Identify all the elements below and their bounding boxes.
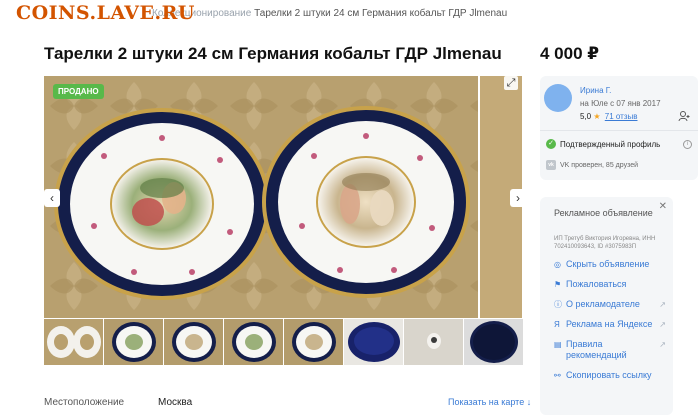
seller-rating: 5,0 ★ 71 отзыв	[580, 112, 638, 121]
expand-icon[interactable]: ⤢	[504, 76, 518, 90]
user-follow-icon[interactable]	[678, 110, 690, 122]
listing-price: 4 000 ₽	[540, 44, 600, 63]
next-photo-button[interactable]: ›	[510, 189, 522, 207]
watermark-logo: COINS.LAVE.RU	[16, 2, 196, 24]
chevron-right-icon: ›	[516, 191, 520, 205]
ad-link-label: Реклама на Яндексе	[566, 319, 653, 329]
thumbnail[interactable]	[164, 319, 223, 365]
star-icon: ★	[593, 112, 601, 121]
thumbnail-image	[464, 319, 523, 365]
breadcrumb-current: Тарелки 2 штуки 24 см Германия кобальт Г…	[254, 8, 508, 19]
yandex-icon: Я	[554, 320, 560, 329]
thumbnail[interactable]	[104, 319, 163, 365]
external-arrow-icon: ↗	[659, 320, 666, 329]
external-arrow-icon: ↗	[659, 340, 666, 349]
ad-link-flag[interactable]: ⚑ Пожаловаться	[554, 279, 672, 290]
flag-icon: ⚑	[554, 280, 562, 289]
thumbnail-strip	[44, 319, 523, 365]
sold-badge: ПРОДАНО	[53, 84, 104, 99]
ad-link-info[interactable]: ⓘ О рекламодателе ↗	[554, 299, 672, 310]
vk-label: VK проверен, 85 друзей	[560, 161, 638, 169]
thumbnail-image	[344, 319, 403, 365]
external-arrow-icon: ↗	[659, 300, 666, 309]
listing-title: Тарелки 2 штуки 24 см Германия кобальт Г…	[44, 44, 502, 63]
info-icon[interactable]: i	[683, 140, 692, 149]
photo-gallery[interactable]: ПРОДАНО ⤢ ‹ ›	[44, 76, 522, 318]
thumbnail[interactable]	[404, 319, 463, 365]
vk-verified: vk VK проверен, 85 друзей	[546, 160, 638, 170]
verified-profile: ✓ Подтвержденный профиль	[546, 139, 660, 149]
ad-title: Рекламное объявление	[554, 208, 653, 218]
reviews-link[interactable]: 71 отзыв	[605, 112, 638, 121]
thumbnail[interactable]	[344, 319, 403, 365]
ad-link-label: Скопировать ссылку	[566, 370, 652, 380]
thumbnail[interactable]	[284, 319, 343, 365]
ad-link-label: Скрыть объявление	[566, 259, 650, 269]
thumbnail-image	[224, 319, 283, 365]
thumbnail-image	[164, 319, 223, 365]
vk-icon: vk	[546, 160, 556, 170]
seller-since: на Юле с 07 янв 2017	[580, 99, 661, 108]
ad-link-label: Правила рекомендаций	[566, 339, 627, 360]
ad-advertiser: ИП Третуб Виктория Игоревна, ИНН 7024100…	[554, 236, 656, 250]
thumbnail-image	[284, 319, 343, 365]
ad-link-book[interactable]: ▤ Правила рекомендаций ↗	[554, 339, 672, 361]
thumbnail-image	[404, 319, 463, 365]
main-photo	[44, 76, 478, 318]
close-icon[interactable]: ✕	[659, 201, 667, 212]
breadcrumb: Коллекционирование Тарелки 2 штуки 24 см…	[152, 8, 507, 19]
thumbnail[interactable]	[464, 319, 523, 365]
thumbnail-image	[104, 319, 163, 365]
chevron-left-icon: ‹	[50, 191, 54, 205]
verified-label: Подтвержденный профиль	[560, 139, 661, 149]
ad-link-yandex[interactable]: Я Реклама на Яндексе ↗	[554, 319, 672, 330]
rating-value: 5,0	[580, 112, 592, 121]
seller-name[interactable]: Ирина Г.	[580, 86, 611, 95]
book-icon: ▤	[554, 340, 562, 349]
thumbnail-image	[44, 319, 103, 365]
avatar[interactable]	[544, 84, 572, 112]
thumbnail[interactable]	[44, 319, 103, 365]
divider	[540, 130, 698, 131]
ad-link-link[interactable]: ⚯ Скопировать ссылку	[554, 370, 672, 381]
info-icon: ⓘ	[554, 300, 562, 309]
link-icon: ⚯	[554, 371, 561, 380]
thumbnail[interactable]	[224, 319, 283, 365]
ad-link-label: О рекламодателе	[566, 299, 640, 309]
eye-off-icon: ◎	[554, 260, 561, 269]
location-value: Москва	[158, 397, 193, 408]
ad-links: ◎ Скрыть объявление ⚑ Пожаловаться ⓘ О реклам…	[554, 259, 672, 390]
seller-card: Ирина Г. на Юле с 07 янв 2017 5,0 ★ 71 о…	[540, 76, 698, 180]
check-icon: ✓	[546, 139, 556, 149]
ad-link-eye-off[interactable]: ◎ Скрыть объявление	[554, 259, 672, 270]
ad-link-label: Пожаловаться	[566, 279, 627, 289]
ad-panel: ✕ Рекламное объявление ИП Третуб Виктори…	[540, 197, 673, 415]
show-on-map-link[interactable]: Показать на карте ↓	[448, 397, 531, 407]
prev-photo-button[interactable]: ‹	[44, 189, 60, 207]
location-label: Местоположение	[44, 397, 125, 408]
